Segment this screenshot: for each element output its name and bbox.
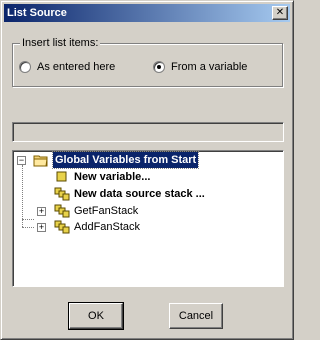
radio-button-icon[interactable] — [19, 61, 31, 73]
close-icon[interactable]: ✕ — [272, 6, 288, 20]
stack-icon — [54, 204, 70, 218]
tree-item-label: New variable... — [74, 171, 151, 183]
cancel-button[interactable]: Cancel — [169, 303, 223, 329]
expand-icon[interactable]: + — [37, 207, 46, 216]
tree-root-item[interactable]: Global Variables from Start — [33, 151, 200, 169]
radio-as-entered-here[interactable]: As entered here — [19, 60, 115, 74]
source-path-field — [12, 122, 284, 142]
tree-item-label: GetFanStack — [74, 205, 139, 217]
tree-item-new-data-source-stack[interactable]: New data source stack ... — [54, 186, 205, 202]
radio-from-a-variable[interactable]: From a variable — [153, 60, 247, 74]
stack-icon — [54, 220, 70, 234]
window-title: List Source — [7, 7, 67, 19]
radio-label-as-entered: As entered here — [37, 60, 116, 73]
tree-item-label: New data source stack ... — [74, 188, 205, 200]
tree-connector-line — [22, 219, 34, 220]
title-bar[interactable]: List Source ✕ — [4, 4, 290, 22]
variable-icon — [56, 171, 67, 182]
expand-icon[interactable]: + — [37, 223, 46, 232]
radio-button-checked-icon[interactable] — [153, 61, 165, 73]
ok-button[interactable]: OK — [68, 302, 124, 330]
insert-list-items-group: Insert list items: As entered here From … — [12, 36, 283, 87]
tree-root-label: Global Variables from Start — [51, 151, 200, 169]
tree-connector-line — [22, 165, 23, 227]
collapse-icon[interactable]: − — [17, 156, 26, 165]
variable-tree[interactable]: − Global Variables from Start New variab… — [12, 150, 284, 287]
group-label: Insert list items: — [20, 36, 101, 50]
tree-item-label: AddFanStack — [74, 221, 141, 233]
list-source-dialog: List Source ✕ Insert list items: As ente… — [0, 0, 294, 340]
tree-item-addfanstack[interactable]: AddFanStack — [54, 219, 140, 235]
tree-connector-line — [22, 227, 34, 228]
tree-item-new-variable[interactable]: New variable... — [54, 169, 150, 185]
radio-label-from-variable: From a variable — [171, 60, 248, 73]
folder-open-icon — [33, 155, 48, 167]
stack-icon — [54, 187, 70, 201]
tree-item-getfanstack[interactable]: GetFanStack — [54, 203, 138, 219]
